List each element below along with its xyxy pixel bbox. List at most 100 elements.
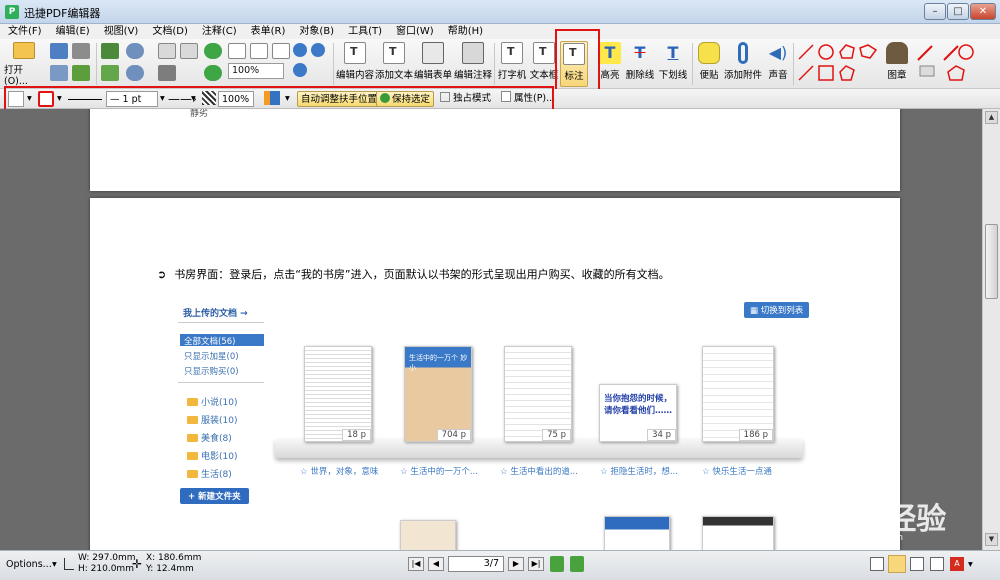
book-6[interactable] xyxy=(400,520,456,550)
folder-movies[interactable]: 电影(10) xyxy=(187,449,237,462)
vertical-scrollbar[interactable]: ▲ ▼ xyxy=(982,109,1000,550)
edit-annotation-label: 编辑注释 xyxy=(454,70,493,81)
menu-object[interactable]: 对象(B) xyxy=(299,24,334,39)
menu-help[interactable]: 帮助(H) xyxy=(448,24,483,39)
folder-food[interactable]: 美食(8) xyxy=(187,431,232,444)
page-number-field[interactable]: 3/7 xyxy=(448,556,504,572)
previous-page-icon[interactable]: ◀ xyxy=(428,557,444,571)
go-back-icon[interactable] xyxy=(550,556,564,572)
typewriter-label: 打字机 xyxy=(497,70,527,81)
pdf-dropdown-icon[interactable]: ▾ xyxy=(968,559,973,570)
options-button[interactable]: Options... xyxy=(6,559,52,570)
highlight-button[interactable]: T 高亮 xyxy=(598,41,622,87)
zoom-field[interactable]: 100% xyxy=(228,63,284,79)
go-forward-icon[interactable] xyxy=(570,556,584,572)
paste-icon[interactable] xyxy=(101,65,119,81)
minimize-button[interactable]: – xyxy=(924,3,946,20)
pdf-icon[interactable]: A xyxy=(950,557,964,571)
book-3[interactable]: 75 p xyxy=(504,346,572,442)
book-2[interactable]: 生活中的一万个 妙 小 704 p xyxy=(404,346,472,442)
book-1-pages: 18 p xyxy=(342,429,371,441)
stamp-button[interactable]: 图章 xyxy=(882,41,912,87)
book-1[interactable]: 18 p xyxy=(304,346,372,442)
add-text-button[interactable]: 添加文本 xyxy=(375,41,413,87)
fit-page-icon[interactable] xyxy=(250,43,268,59)
book-2-pages: 704 p xyxy=(436,429,471,441)
zoom-out-icon[interactable] xyxy=(311,43,325,57)
snapshot-icon[interactable] xyxy=(158,65,176,81)
switch-to-list-button[interactable]: ▦ 切换到列表 xyxy=(744,302,810,318)
scrollbar-thumb[interactable] xyxy=(985,224,998,299)
undo-icon[interactable] xyxy=(126,43,144,59)
rotate-icon[interactable] xyxy=(204,43,222,59)
folder-life[interactable]: 生活(8) xyxy=(187,467,232,480)
menu-form[interactable]: 表单(R) xyxy=(251,24,286,39)
single-page-view-icon[interactable] xyxy=(870,557,884,571)
document-workspace[interactable]: 静劣 ➲ 书房界面：登录后，点击“我的书房”进入，页面默认以书架的形式呈现出用户购… xyxy=(0,109,1000,550)
refresh-icon[interactable] xyxy=(204,65,222,81)
maximize-button[interactable]: □ xyxy=(947,3,969,20)
hand-tool-icon[interactable] xyxy=(158,43,176,59)
new-folder-button[interactable]: + 新建文件夹 xyxy=(180,488,249,504)
folder-novels[interactable]: 小说(10) xyxy=(187,395,237,408)
side-item-all[interactable]: 全部文档(56) xyxy=(184,335,235,347)
side-item-starred[interactable]: 只显示加星(0) xyxy=(184,350,239,362)
pencil-eraser-tools-icon[interactable] xyxy=(914,42,982,84)
open-button[interactable]: 打开(O)... xyxy=(4,41,44,87)
edit-annotation-button[interactable]: 编辑注释 xyxy=(454,41,492,87)
save-icon[interactable] xyxy=(50,43,68,59)
zoom-plus-icon[interactable] xyxy=(293,63,307,77)
book-3-caption[interactable]: ☆ 生活中看出的道... xyxy=(500,465,578,477)
menu-file[interactable]: 文件(F) xyxy=(8,24,42,39)
book-5-caption[interactable]: ☆ 快乐生活一点通 xyxy=(702,465,772,477)
edit-form-button[interactable]: 编辑表单 xyxy=(414,41,452,87)
book-7[interactable] xyxy=(604,516,670,550)
edit-annotation-icon xyxy=(462,42,484,64)
first-page-icon[interactable]: |◀ xyxy=(408,557,424,571)
continuous-facing-view-icon[interactable] xyxy=(930,557,944,571)
menu-comment[interactable]: 注释(C) xyxy=(202,24,237,39)
zoom-in-icon[interactable] xyxy=(293,43,307,57)
strikeout-button[interactable]: T 删除线 xyxy=(624,41,656,87)
stamp-icon xyxy=(886,42,908,64)
redo-icon[interactable] xyxy=(126,65,144,81)
add-attachment-button[interactable]: 添加附件 xyxy=(723,41,763,87)
folder-clothing[interactable]: 服装(10) xyxy=(187,413,237,426)
next-page-icon[interactable]: ▶ xyxy=(508,557,524,571)
cut-icon[interactable] xyxy=(101,43,119,59)
email-icon[interactable] xyxy=(72,65,90,81)
underline-button[interactable]: T 下划线 xyxy=(656,41,690,87)
menu-view[interactable]: 视图(V) xyxy=(104,24,139,39)
book-2-cover-text: 生活中的一万个 妙 小 xyxy=(409,354,468,372)
textbox-label: 文本框 xyxy=(529,70,559,81)
side-title[interactable]: 我上传的文档 → xyxy=(183,306,248,319)
menu-tools[interactable]: 工具(T) xyxy=(348,24,382,39)
menu-document[interactable]: 文档(D) xyxy=(152,24,188,39)
shape-tools-icon[interactable] xyxy=(796,42,880,84)
book-4[interactable]: 当你抱怨的时候，请你看看他们…… 34 p xyxy=(599,384,677,442)
scan-icon[interactable] xyxy=(50,65,68,81)
book-5[interactable]: 186 p xyxy=(702,346,774,442)
book-1-caption[interactable]: ☆ 世界，对象，意味 xyxy=(300,465,378,477)
menu-window[interactable]: 窗口(W) xyxy=(396,24,434,39)
side-item-purchased[interactable]: 只显示购买(0) xyxy=(184,365,239,377)
facing-view-icon[interactable] xyxy=(910,557,924,571)
book-2-caption[interactable]: ☆ 生活中的一万个... xyxy=(400,465,478,477)
options-dropdown-icon[interactable]: ▾ xyxy=(52,559,57,570)
close-button[interactable]: ✕ xyxy=(970,3,996,20)
edit-content-button[interactable]: 编辑内容 xyxy=(336,41,374,87)
last-page-icon[interactable]: ▶| xyxy=(528,557,544,571)
scroll-up-icon[interactable]: ▲ xyxy=(985,111,998,124)
fit-width-icon[interactable] xyxy=(272,43,290,59)
menu-edit[interactable]: 编辑(E) xyxy=(56,24,90,39)
print-icon[interactable] xyxy=(72,43,90,59)
typewriter-button[interactable]: 打字机 xyxy=(496,41,528,87)
sound-button[interactable]: ◀) 声音 xyxy=(765,41,791,87)
actual-size-icon[interactable] xyxy=(228,43,246,59)
sticky-note-button[interactable]: 便贴 xyxy=(696,41,722,87)
continuous-view-icon[interactable] xyxy=(888,555,906,573)
select-tool-icon[interactable] xyxy=(180,43,198,59)
scroll-down-icon[interactable]: ▼ xyxy=(985,533,998,546)
book-8[interactable] xyxy=(702,516,774,550)
book-4-caption[interactable]: ☆ 拒隐生活时，想... xyxy=(600,465,678,477)
